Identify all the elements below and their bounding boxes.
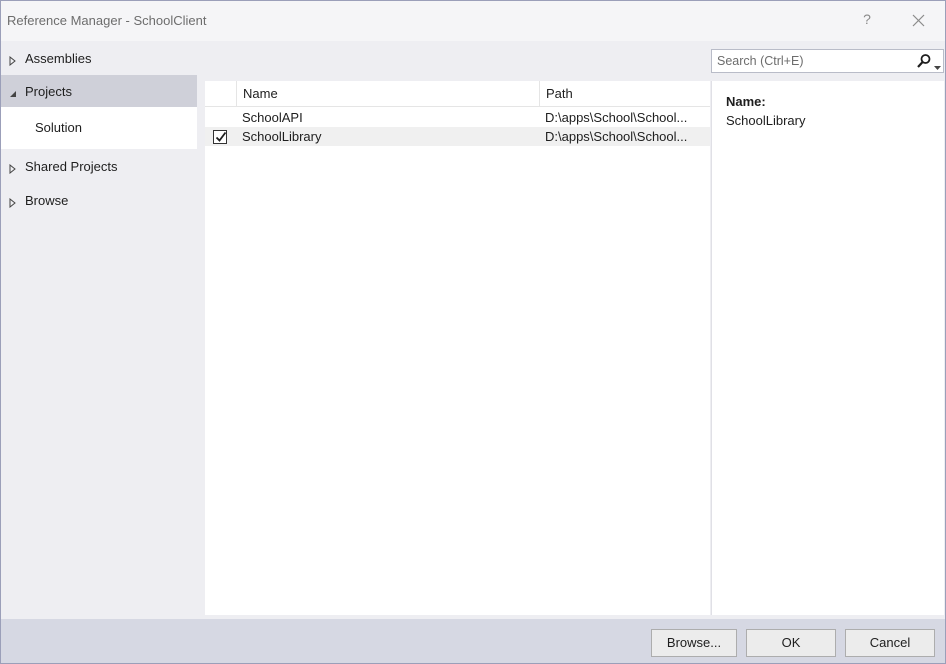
nav-item-label: Browse	[25, 193, 69, 208]
column-header-check	[205, 81, 236, 107]
nav-item-shared-projects[interactable]: Shared Projects	[1, 150, 197, 184]
title-bar: Reference Manager - SchoolClient ?	[1, 1, 945, 41]
table-row[interactable]: SchoolAPI D:\apps\School\School...	[205, 108, 710, 127]
search-input[interactable]	[712, 50, 902, 72]
expand-arrow-icon	[8, 162, 18, 175]
search-options-dropdown-icon[interactable]	[934, 59, 941, 70]
browse-button[interactable]: Browse...	[651, 629, 737, 657]
details-name-value: SchoolLibrary	[726, 113, 806, 128]
project-path: D:\apps\School\School...	[545, 129, 688, 144]
reference-manager-dialog: Reference Manager - SchoolClient ? Assem…	[0, 0, 946, 664]
window-title: Reference Manager - SchoolClient	[7, 13, 207, 28]
nav-item-browse[interactable]: Browse	[1, 184, 197, 218]
nav-item-label: Assemblies	[25, 51, 92, 66]
project-name: SchoolAPI	[242, 110, 303, 125]
project-name: SchoolLibrary	[242, 129, 322, 144]
nav-item-solution[interactable]: Solution	[1, 107, 197, 149]
expand-arrow-icon	[8, 54, 18, 67]
nav-item-projects[interactable]: Projects	[1, 75, 197, 109]
project-list: Name Path SchoolAPI D:\apps\School\Schoo…	[205, 81, 710, 615]
nav-item-label: Projects	[25, 84, 72, 99]
category-nav: Assemblies Projects Solution Shared Proj…	[1, 41, 201, 619]
column-header-name[interactable]: Name	[236, 81, 539, 107]
nav-item-assemblies[interactable]: Assemblies	[1, 42, 197, 76]
nav-item-label: Shared Projects	[25, 159, 118, 174]
column-header-path[interactable]: Path	[539, 81, 710, 107]
expand-arrow-icon	[8, 196, 18, 209]
search-box	[711, 49, 944, 73]
search-icon[interactable]	[916, 53, 932, 69]
cancel-button[interactable]: Cancel	[845, 629, 935, 657]
include-checkbox[interactable]	[213, 130, 227, 144]
details-pane: Name: SchoolLibrary	[711, 81, 944, 615]
nav-item-label: Solution	[35, 120, 82, 135]
collapse-arrow-icon	[8, 87, 18, 97]
help-button[interactable]: ?	[859, 11, 875, 31]
ok-button[interactable]: OK	[746, 629, 836, 657]
table-row[interactable]: SchoolLibrary D:\apps\School\School...	[205, 127, 710, 146]
details-name-label: Name:	[726, 94, 766, 109]
close-icon[interactable]	[906, 7, 932, 33]
project-path: D:\apps\School\School...	[545, 110, 688, 125]
list-header: Name Path	[205, 81, 710, 107]
